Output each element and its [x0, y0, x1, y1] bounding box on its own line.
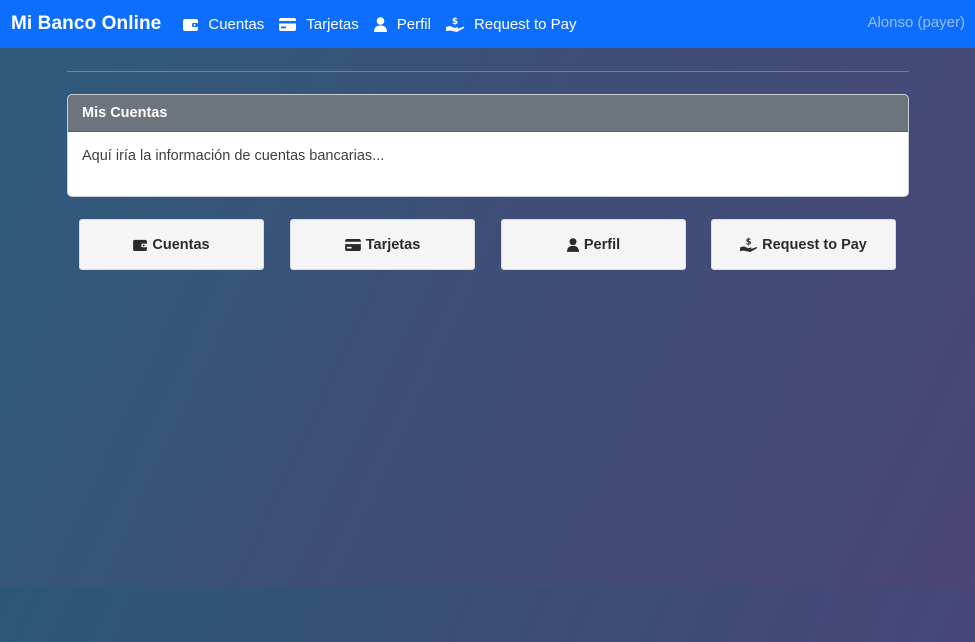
- nav-link-label: Request to Pay: [473, 15, 577, 33]
- background-band: [0, 587, 975, 642]
- nav-link-label: Cuentas: [208, 15, 265, 33]
- hand-dollar-icon: $: [445, 16, 464, 32]
- divider: [67, 71, 909, 72]
- button-label: Cuentas: [152, 236, 210, 253]
- card-title: Mis Cuentas: [68, 95, 908, 132]
- nav-links: Cuentas Tarjetas Perfil $ Request to Pay: [183, 16, 591, 33]
- button-label: Request to Pay: [762, 236, 867, 253]
- user-icon: [566, 237, 579, 252]
- cuentas-button[interactable]: Cuentas: [79, 219, 264, 270]
- brand-logo[interactable]: Mi Banco Online: [11, 13, 161, 35]
- nav-link-perfil[interactable]: Perfil: [373, 15, 431, 33]
- button-label: Perfil: [583, 236, 621, 253]
- accounts-card: Mis Cuentas Aquí iría la información de …: [67, 94, 909, 197]
- request-to-pay-button[interactable]: $ Request to Pay: [711, 219, 896, 270]
- hand-dollar-icon: $: [740, 237, 758, 252]
- svg-text:$: $: [746, 237, 752, 247]
- svg-text:$: $: [452, 17, 458, 27]
- nav-link-request-to-pay[interactable]: $ Request to Pay: [445, 15, 577, 33]
- nav-link-label: Perfil: [396, 15, 431, 33]
- button-label: Tarjetas: [365, 236, 421, 253]
- user-name: Alonso (payer): [867, 14, 965, 31]
- credit-card-icon: [279, 17, 297, 31]
- wallet-icon: [183, 18, 199, 31]
- card-body-text: Aquí iría la información de cuentas banc…: [82, 148, 385, 164]
- tarjetas-button[interactable]: Tarjetas: [290, 219, 475, 270]
- nav-link-cuentas[interactable]: Cuentas: [183, 16, 264, 33]
- user-icon: [373, 16, 387, 32]
- perfil-button[interactable]: Perfil: [501, 219, 686, 270]
- nav-link-tarjetas[interactable]: Tarjetas: [279, 16, 359, 33]
- navbar: Mi Banco Online Cuentas Tarjetas Perfil …: [0, 0, 975, 48]
- nav-link-label: Tarjetas: [306, 15, 359, 33]
- wallet-icon: [133, 239, 148, 251]
- credit-card-icon: [344, 238, 361, 251]
